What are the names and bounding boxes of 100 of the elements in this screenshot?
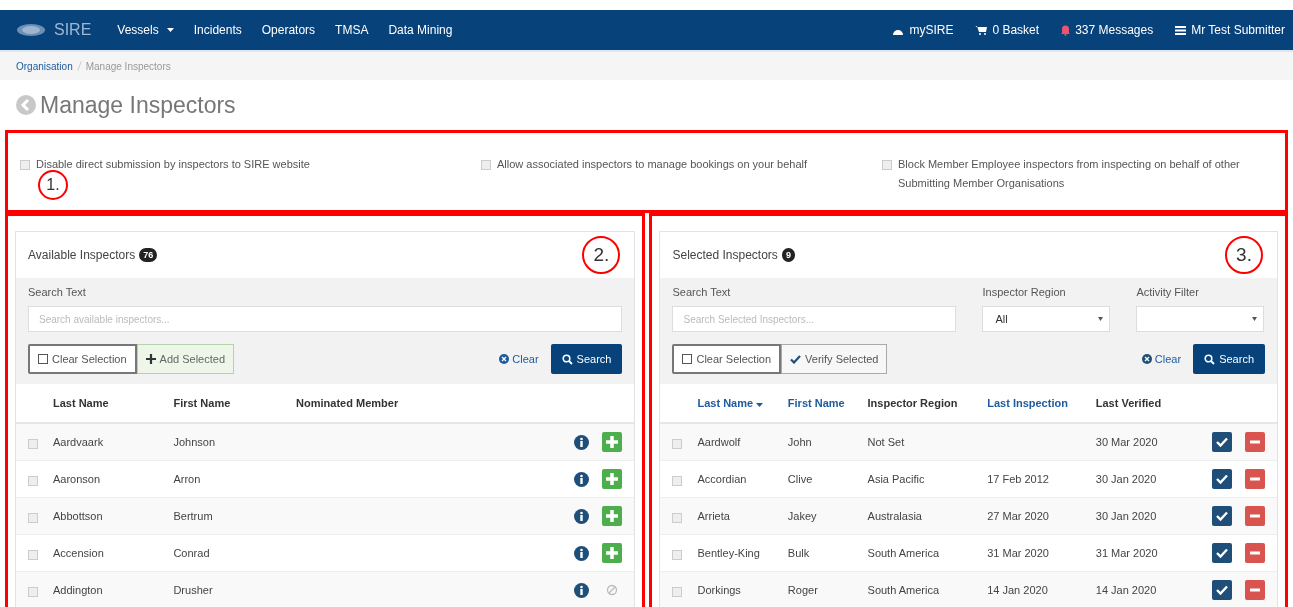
check-icon — [790, 354, 802, 364]
table-cell: Aardwolf — [696, 423, 787, 461]
table-cell: South America — [866, 571, 987, 607]
nav-link[interactable]: Incidents — [193, 23, 242, 37]
row-checkbox[interactable] — [672, 438, 683, 449]
sort-caret-icon — [756, 403, 764, 407]
count-badge: 9 — [781, 248, 795, 262]
checkbox[interactable] — [20, 160, 30, 170]
search-icon — [561, 353, 573, 365]
nav-link[interactable]: Mr Test Submitter — [1175, 23, 1285, 37]
add-icon[interactable] — [602, 432, 623, 452]
nav-link[interactable]: Data Mining — [388, 23, 453, 37]
search-button[interactable]: Search — [1193, 344, 1265, 374]
logo-icon — [16, 23, 46, 37]
clear-selection-button[interactable]: Clear Selection — [28, 344, 137, 374]
add-icon[interactable] — [602, 469, 623, 489]
row-checkbox[interactable] — [672, 512, 683, 523]
verify-icon[interactable] — [1211, 506, 1232, 526]
add-selected-button[interactable]: Add Selected — [136, 344, 235, 374]
cart-icon — [975, 25, 988, 35]
search-icon — [1204, 353, 1216, 365]
remove-icon[interactable] — [1245, 469, 1265, 489]
row-checkbox[interactable] — [672, 475, 683, 486]
breadcrumb-item[interactable]: Organisation — [16, 60, 73, 72]
clear-button[interactable]: Clear — [499, 353, 539, 365]
row-checkbox[interactable] — [28, 475, 38, 486]
info-icon[interactable] — [574, 434, 590, 450]
table-cell: 27 Mar 2020 — [986, 497, 1095, 535]
table-cell: John — [786, 423, 867, 461]
nav-link[interactable]: Operators — [261, 23, 316, 37]
table-cell: Australasia — [866, 497, 987, 535]
checkbox[interactable] — [481, 160, 491, 170]
remove-icon[interactable] — [1245, 543, 1265, 563]
caret-icon — [166, 28, 174, 32]
search-field[interactable]: Search available inspectors... — [28, 306, 623, 332]
clear-button[interactable]: Clear — [1141, 353, 1182, 365]
brand-name[interactable]: SIRE — [54, 21, 92, 39]
verify-selected-button[interactable]: Verify Selected — [781, 344, 888, 374]
table-cell: Johnson — [172, 423, 296, 461]
caret-icon — [1252, 317, 1258, 321]
remove-icon[interactable] — [1245, 432, 1265, 452]
table-cell: Dorkings — [696, 571, 787, 607]
panel-title: Selected Inspectors — [672, 248, 778, 262]
table-cell: Bertrum — [172, 497, 296, 535]
row-checkbox[interactable] — [28, 586, 38, 597]
search-button[interactable]: Search — [550, 344, 623, 374]
clear-selection-button[interactable]: Clear Selection — [672, 344, 782, 374]
breadcrumb-item: Manage Inspectors — [85, 60, 171, 72]
info-icon[interactable] — [574, 582, 590, 598]
nav-link[interactable]: 337 Messages — [1061, 23, 1154, 37]
table-cell: Abbottson — [52, 497, 173, 535]
remove-icon[interactable] — [1245, 506, 1265, 526]
plus-icon — [145, 354, 156, 364]
menu-icon — [1175, 25, 1187, 35]
add-icon[interactable] — [602, 506, 623, 526]
table-cell: 14 Jan 2020 — [1094, 571, 1185, 607]
table-cell: Arrieta — [696, 497, 787, 535]
caret-icon — [1098, 317, 1104, 321]
table-cell: Aardvaark — [52, 423, 173, 461]
annotation-number: 2. — [582, 236, 621, 274]
table-cell: 30 Jan 2020 — [1094, 497, 1185, 535]
nav-link[interactable]: mySIRE — [892, 23, 954, 37]
count-badge: 76 — [139, 248, 158, 262]
region-dropdown[interactable]: All — [982, 306, 1111, 332]
row-checkbox[interactable] — [28, 438, 38, 449]
field-label: Search Text — [28, 286, 87, 300]
field-label: Search Text — [672, 286, 732, 300]
nav-link[interactable]: Vessels — [117, 23, 174, 37]
info-icon[interactable] — [574, 471, 590, 487]
option-label: Allow associated inspectors to manage bookings on your behalf — [497, 157, 808, 172]
table-cell: Not Set — [866, 423, 987, 461]
info-icon[interactable] — [574, 545, 590, 561]
field-label: Inspector Region — [982, 286, 1067, 300]
row-checkbox[interactable] — [28, 512, 38, 523]
panel-title: Available Inspectors — [28, 248, 136, 262]
row-checkbox[interactable] — [672, 549, 683, 560]
verify-icon[interactable] — [1211, 543, 1232, 563]
nav-link[interactable]: TMSA — [335, 23, 369, 37]
verify-icon[interactable] — [1211, 432, 1232, 452]
checkbox[interactable] — [882, 160, 892, 170]
nav-link[interactable]: 0 Basket — [975, 23, 1040, 37]
table-cell: Addington — [52, 571, 173, 607]
remove-icon[interactable] — [1245, 580, 1265, 600]
row-checkbox[interactable] — [28, 549, 38, 560]
page-title: Manage Inspectors — [40, 91, 236, 119]
info-icon[interactable] — [574, 508, 590, 524]
bell-icon — [1061, 24, 1071, 36]
verify-icon[interactable] — [1211, 580, 1232, 600]
table-cell: Jakey — [786, 497, 867, 535]
option-label: Block Member Employee inspectors from inspecting on behalf of other Submitting Member Organisations — [898, 157, 1241, 191]
option-label: Disable direct submission by inspectors to SIRE website — [36, 157, 310, 172]
search-field[interactable]: Search Selected Inspectors... — [672, 306, 957, 332]
table-cell: Drusher — [172, 571, 296, 607]
row-checkbox[interactable] — [672, 586, 683, 597]
annotation-number: 1. — [38, 170, 68, 200]
annotation-number: 3. — [1225, 236, 1263, 274]
verify-icon[interactable] — [1211, 469, 1232, 489]
add-icon[interactable] — [602, 543, 623, 563]
clear-icon — [1141, 354, 1152, 364]
clear-icon — [499, 354, 510, 364]
